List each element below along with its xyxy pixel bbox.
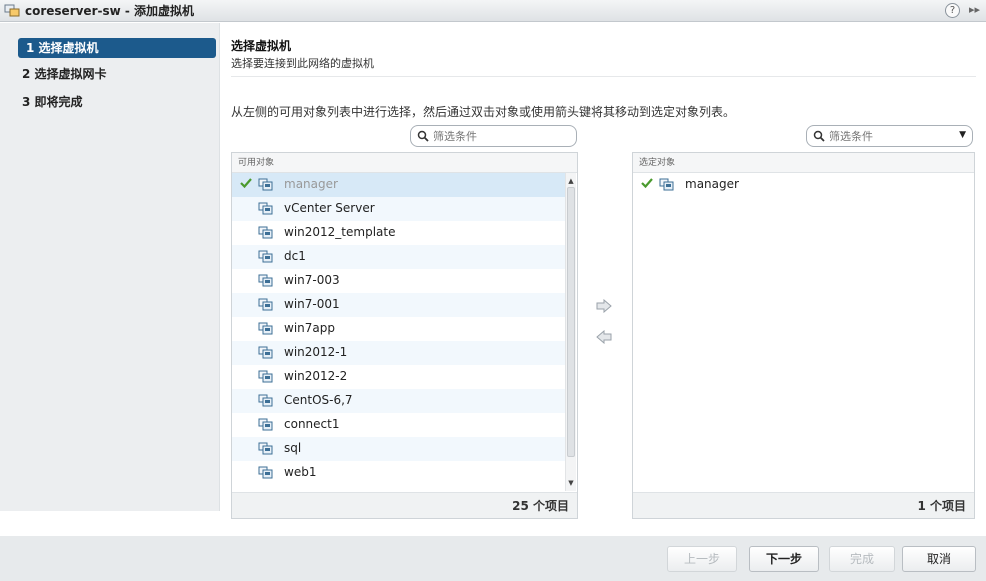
virtual-machine-icon xyxy=(258,466,273,480)
chevron-down-icon[interactable]: ▼ xyxy=(959,130,966,140)
scroll-thumb[interactable] xyxy=(567,187,575,457)
available-count: 25 个项目 xyxy=(232,492,577,518)
available-filter[interactable] xyxy=(410,125,577,147)
search-icon xyxy=(813,130,825,142)
virtual-machine-icon xyxy=(258,274,273,288)
selected-objects-panel: 选定对象 manager 1 个项目 xyxy=(632,152,975,519)
virtual-machine-icon xyxy=(258,442,273,456)
help-icon[interactable]: ? xyxy=(945,3,960,18)
search-icon xyxy=(417,130,429,142)
list-item[interactable]: dc1 xyxy=(232,245,565,269)
selected-count: 1 个项目 xyxy=(633,492,974,518)
list-item[interactable]: win2012_template xyxy=(232,221,565,245)
available-objects-list: manager vCenter Server win2012_template dc1… xyxy=(232,173,577,485)
list-item[interactable]: win2012-1 xyxy=(232,341,565,365)
list-item-label: win7app xyxy=(284,321,335,335)
step-select-vm[interactable]: 1 选择虚拟机 xyxy=(18,38,216,58)
virtual-machine-icon xyxy=(258,202,273,216)
window-titlebar: coreserver-sw - 添加虚拟机 ? ▸▸ xyxy=(0,0,986,22)
available-scrollbar[interactable]: ▲ ▼ xyxy=(565,173,576,491)
list-item-label: manager xyxy=(685,177,739,191)
list-item[interactable]: win2012-2 xyxy=(232,365,565,389)
list-item-label: web1 xyxy=(284,465,317,479)
move-right-arrow-icon[interactable] xyxy=(594,296,614,316)
list-item[interactable]: sql xyxy=(232,437,565,461)
virtual-machine-icon xyxy=(258,322,273,336)
selected-objects-header: 选定对象 xyxy=(633,153,974,173)
list-item[interactable]: win7-003 xyxy=(232,269,565,293)
list-item[interactable]: win7app xyxy=(232,317,565,341)
checkmark-icon xyxy=(641,177,653,191)
available-objects-panel: 可用对象 manager vCenter Server win2012_templa… xyxy=(231,152,578,519)
virtual-machine-icon xyxy=(258,394,273,408)
selected-objects-list: manager xyxy=(633,173,974,197)
virtual-machine-icon xyxy=(258,226,273,240)
step-select-vnic[interactable]: 2 选择虚拟网卡 xyxy=(14,64,216,84)
list-item-label: vCenter Server xyxy=(284,201,375,215)
list-item-label: sql xyxy=(284,441,302,455)
list-item-label: manager xyxy=(284,177,338,191)
list-item[interactable]: CentOS-6,7 xyxy=(232,389,565,413)
list-item-label: win2012-2 xyxy=(284,369,348,383)
window-title: coreserver-sw - 添加虚拟机 xyxy=(25,4,195,18)
list-item[interactable]: web1 xyxy=(232,461,565,485)
virtual-machine-icon xyxy=(258,298,273,312)
finish-button[interactable]: 完成 xyxy=(829,546,895,572)
virtual-machine-icon xyxy=(258,250,273,264)
list-item[interactable]: connect1 xyxy=(232,413,565,437)
header-divider xyxy=(231,76,976,77)
scroll-down-icon[interactable]: ▼ xyxy=(566,477,576,489)
list-item-label: dc1 xyxy=(284,249,306,263)
page-title: 选择虚拟机 xyxy=(231,39,292,53)
list-item[interactable]: manager xyxy=(633,173,974,197)
virtual-machine-icon xyxy=(258,370,273,384)
instruction-text: 从左侧的可用对象列表中进行选择，然后通过双击对象或使用箭头键将其移动到选定对象列… xyxy=(231,105,736,119)
list-item-label: win7-003 xyxy=(284,273,340,287)
list-item[interactable]: vCenter Server xyxy=(232,197,565,221)
list-item[interactable]: manager xyxy=(232,173,565,197)
list-item-label: CentOS-6,7 xyxy=(284,393,353,407)
expand-icon[interactable]: ▸▸ xyxy=(969,3,980,16)
list-item[interactable]: win7-001 xyxy=(232,293,565,317)
step-ready-to-complete[interactable]: 3 即将完成 xyxy=(14,92,216,112)
checkmark-icon xyxy=(240,177,252,191)
available-filter-input[interactable] xyxy=(433,129,553,143)
selected-filter[interactable]: ▼ xyxy=(806,125,973,147)
vm-network-icon xyxy=(4,4,20,18)
virtual-machine-icon xyxy=(258,418,273,432)
list-item-label: win2012_template xyxy=(284,225,396,239)
cancel-button[interactable]: 取消 xyxy=(902,546,976,572)
move-left-arrow-icon[interactable] xyxy=(594,327,614,347)
list-item-label: win7-001 xyxy=(284,297,340,311)
scroll-up-icon[interactable]: ▲ xyxy=(566,175,576,187)
list-item-label: connect1 xyxy=(284,417,340,431)
available-objects-header: 可用对象 xyxy=(232,153,577,173)
virtual-machine-icon xyxy=(258,346,273,360)
page-subtitle: 选择要连接到此网络的虚拟机 xyxy=(231,57,374,70)
selected-filter-input[interactable] xyxy=(829,129,949,143)
back-button[interactable]: 上一步 xyxy=(667,546,737,572)
virtual-machine-icon xyxy=(258,178,273,192)
virtual-machine-icon xyxy=(659,178,674,192)
next-button[interactable]: 下一步 xyxy=(749,546,819,572)
list-item-label: win2012-1 xyxy=(284,345,348,359)
